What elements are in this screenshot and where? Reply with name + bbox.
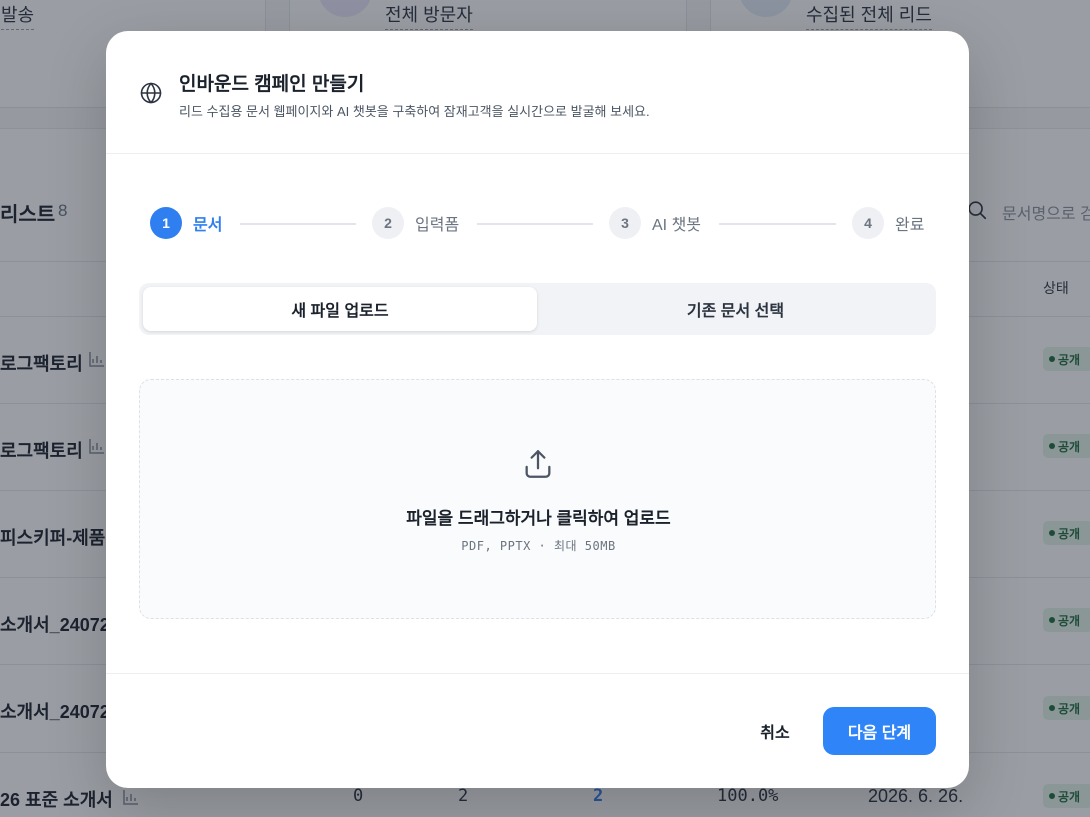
create-campaign-modal: 인바운드 캠페인 만들기 리드 수집용 문서 웹페이지와 AI 챗봇을 구축하여… — [106, 31, 969, 788]
step-document[interactable]: 1 문서 — [150, 207, 222, 239]
stepper: 1 문서 2 입력폼 3 AI 챗봇 4 완료 — [150, 207, 926, 241]
file-dropzone[interactable]: 파일을 드래그하거나 클릭하여 업로드 PDF, PPTX · 최대 50MB — [139, 379, 936, 619]
step-number: 1 — [150, 207, 182, 239]
upload-icon — [521, 447, 555, 486]
modal-footer: 취소 다음 단계 — [106, 673, 969, 788]
step-ai-chatbot[interactable]: 3 AI 챗봇 — [609, 207, 701, 239]
step-complete[interactable]: 4 완료 — [852, 207, 924, 239]
modal-title: 인바운드 캠페인 만들기 — [179, 74, 365, 95]
modal-header: 인바운드 캠페인 만들기 리드 수집용 문서 웹페이지와 AI 챗봇을 구축하여… — [106, 31, 969, 154]
step-label: 완료 — [895, 217, 925, 234]
cancel-button[interactable]: 취소 — [741, 707, 809, 755]
step-connector — [240, 223, 356, 225]
tab-existing-document[interactable]: 기존 문서 선택 — [539, 287, 932, 331]
step-form[interactable]: 2 입력폼 — [372, 207, 459, 239]
step-number: 3 — [609, 207, 641, 239]
dropzone-title: 파일을 드래그하거나 클릭하여 업로드 — [406, 509, 671, 528]
dropzone-hint: PDF, PPTX · 최대 50MB — [461, 539, 616, 553]
step-label: AI 챗봇 — [652, 217, 702, 234]
step-connector — [719, 223, 836, 225]
step-label: 입력폼 — [415, 217, 460, 234]
next-step-button[interactable]: 다음 단계 — [823, 707, 936, 755]
step-number: 4 — [852, 207, 884, 239]
globe-icon — [139, 81, 163, 110]
step-connector — [477, 223, 593, 225]
step-number: 2 — [372, 207, 404, 239]
tab-new-upload[interactable]: 새 파일 업로드 — [143, 287, 537, 331]
modal-subtitle: 리드 수집용 문서 웹페이지와 AI 챗봇을 구축하여 잠재고객을 실시간으로 … — [179, 104, 650, 119]
step-label: 문서 — [193, 217, 223, 234]
source-tabs: 새 파일 업로드 기존 문서 선택 — [139, 283, 936, 335]
